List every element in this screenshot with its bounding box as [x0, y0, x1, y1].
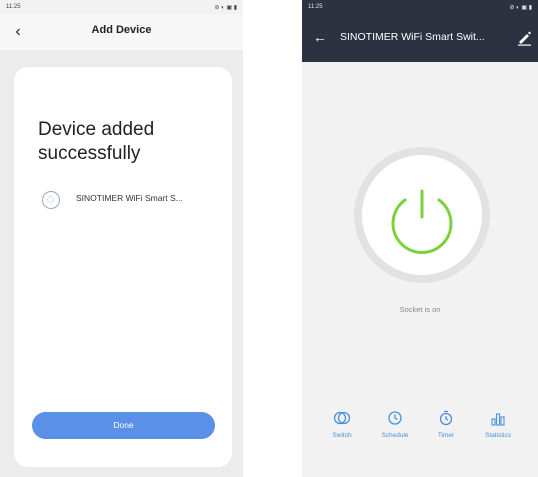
switch-icon: [333, 411, 351, 425]
power-button-face: [362, 155, 482, 275]
header: ‹ Add Device: [0, 14, 243, 50]
device-name[interactable]: SINOTIMER WiFi Smart S...: [76, 193, 183, 203]
add-device-screen: 11:25 ⊘ ◐ ▣ ▮ ‹ Add Device Device added …: [0, 0, 243, 477]
power-icon: [391, 189, 453, 254]
power-button[interactable]: [354, 147, 490, 283]
status-time: 11:25: [308, 4, 323, 10]
result-card: Device added successfully SINOTIMER WiFi…: [14, 67, 232, 467]
nav-schedule[interactable]: Schedule: [369, 410, 421, 439]
back-arrow-icon[interactable]: ←: [312, 28, 328, 46]
status-icons: ⊘ ◐ ▣ ▮: [214, 4, 237, 11]
socket-status: Socket is on: [399, 305, 441, 314]
nav-switch[interactable]: Switch: [316, 410, 368, 439]
done-button[interactable]: Done: [32, 412, 215, 439]
nav-label: Timer: [437, 432, 455, 439]
nav-label: Statistics: [484, 432, 511, 439]
status-icons: ⊘ ◐ ▣ ▮: [509, 4, 532, 11]
bottom-nav: Switch Schedule Timer Statistics: [302, 410, 538, 454]
status-bar: 11:25 ⊘ ◐ ▣ ▮: [302, 0, 538, 14]
bar-chart-icon: [491, 413, 505, 426]
success-heading: Device added successfully: [38, 119, 155, 164]
clock-icon: [388, 411, 402, 425]
status-time: 11:25: [6, 4, 21, 10]
device-title: SINOTIMER WiFi Smart Swit...: [340, 31, 485, 43]
nav-statistics[interactable]: Statistics: [472, 410, 524, 439]
smart-switch-screen: 11:25 ⊘ ◐ ▣ ▮ ← SINOTIMER WiFi Smart Swi…: [302, 0, 538, 477]
nav-label: Switch: [332, 432, 352, 439]
header: ← SINOTIMER WiFi Smart Swit...: [302, 14, 538, 62]
nav-label: Schedule: [381, 432, 409, 439]
device-icon: [42, 191, 60, 209]
nav-timer[interactable]: Timer: [420, 410, 472, 439]
edit-pencil-icon[interactable]: [516, 28, 532, 46]
page-title: Add Device: [91, 24, 152, 36]
status-bar: 11:25 ⊘ ◐ ▣ ▮: [0, 0, 243, 14]
timer-icon: [439, 410, 453, 426]
